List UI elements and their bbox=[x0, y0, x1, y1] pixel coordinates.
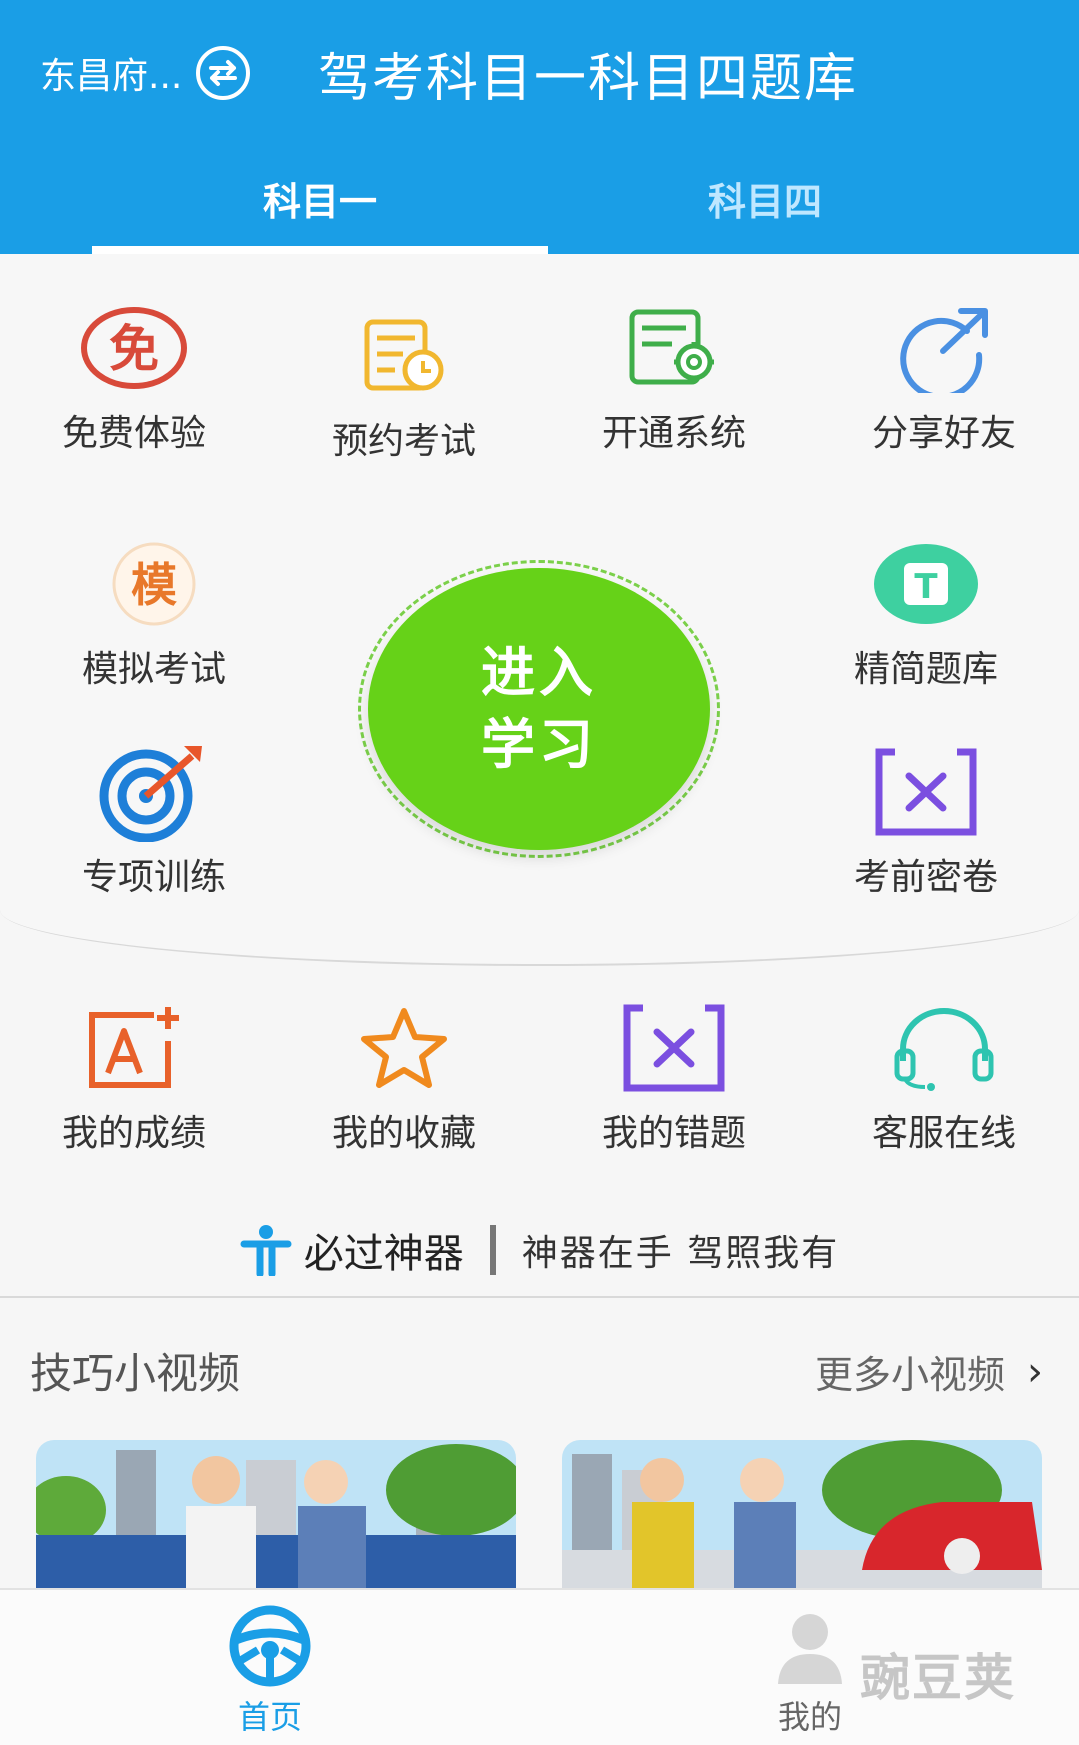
more-videos-link[interactable]: 更多小视频 › bbox=[815, 1344, 1043, 1399]
promo-banner[interactable]: 必过神器 神器在手 驾照我有 bbox=[0, 1210, 1079, 1290]
free-icon: 免 bbox=[81, 307, 187, 389]
special-training-button[interactable]: 专项训练 bbox=[34, 742, 274, 900]
question-bank-label: 精简题库 bbox=[853, 649, 998, 690]
svg-text:免: 免 bbox=[109, 320, 159, 378]
city-label: 东昌府... bbox=[40, 56, 183, 97]
nav-home-label: 首页 bbox=[237, 1698, 302, 1736]
video-thumbnail[interactable] bbox=[562, 1440, 1042, 1590]
promo-slogan: 神器在手 驾照我有 bbox=[521, 1233, 840, 1274]
target-icon bbox=[99, 746, 202, 842]
mock-exam-icon: 模 bbox=[112, 542, 196, 626]
steering-wheel-icon bbox=[229, 1605, 311, 1687]
my-favorites-button[interactable]: 我的收藏 bbox=[284, 998, 524, 1156]
wrong-questions-icon bbox=[623, 1004, 725, 1092]
question-bank-icon: T bbox=[874, 544, 978, 624]
book-exam-label: 预约考试 bbox=[331, 421, 476, 462]
secret-paper-icon bbox=[875, 748, 977, 836]
mock-exam-label: 模拟考试 bbox=[81, 649, 226, 690]
share-friends-button[interactable]: 分享好友 bbox=[824, 298, 1064, 456]
active-tab-indicator bbox=[92, 246, 548, 254]
secret-paper-button[interactable]: 考前密卷 bbox=[806, 742, 1046, 900]
videos-section-title: 技巧小视频 bbox=[30, 1349, 241, 1398]
nav-home[interactable]: 首页 bbox=[200, 1604, 340, 1738]
mock-exam-button[interactable]: 模 模拟考试 bbox=[34, 534, 274, 692]
watermark: 豌豆荚 bbox=[860, 1649, 1016, 1707]
activate-system-button[interactable]: 开通系统 bbox=[554, 298, 794, 456]
svg-text:T: T bbox=[914, 567, 938, 607]
svg-text:模: 模 bbox=[131, 558, 177, 612]
share-icon bbox=[900, 308, 988, 393]
question-bank-button[interactable]: T 精简题库 bbox=[806, 534, 1046, 692]
activate-system-icon bbox=[629, 309, 714, 385]
free-trial-label: 免费体验 bbox=[61, 413, 206, 454]
my-wrong-questions-label: 我的错题 bbox=[601, 1113, 746, 1154]
person-icon bbox=[240, 1225, 292, 1276]
enter-study-button[interactable]: 进入 学习 bbox=[368, 568, 710, 850]
my-score-button[interactable]: 我的成绩 bbox=[14, 998, 254, 1156]
chevron-right-icon: › bbox=[1027, 1348, 1043, 1395]
nav-me-label: 我的 bbox=[777, 1698, 842, 1736]
my-score-label: 我的成绩 bbox=[61, 1113, 206, 1154]
nav-me[interactable]: 我的 bbox=[740, 1604, 880, 1738]
customer-service-label: 客服在线 bbox=[871, 1113, 1016, 1154]
customer-service-button[interactable]: 客服在线 bbox=[824, 998, 1064, 1156]
special-training-label: 专项训练 bbox=[81, 857, 226, 898]
star-icon bbox=[361, 1008, 447, 1088]
video-thumbnail-image bbox=[36, 1440, 516, 1590]
swap-city-icon bbox=[196, 46, 251, 100]
enter-study-line2: 学习 bbox=[481, 713, 597, 776]
video-thumbnail[interactable] bbox=[36, 1440, 516, 1590]
activate-system-label: 开通系统 bbox=[601, 413, 746, 454]
secret-paper-label: 考前密卷 bbox=[853, 857, 998, 898]
book-exam-button[interactable]: 预约考试 bbox=[284, 306, 524, 464]
tab-subject-four[interactable]: 科目四 bbox=[560, 168, 970, 228]
app-title: 驾考科目一科目四题库 bbox=[318, 49, 859, 109]
my-favorites-label: 我的收藏 bbox=[331, 1113, 476, 1154]
tab-subject-one[interactable]: 科目一 bbox=[92, 168, 548, 228]
section-divider bbox=[0, 1296, 1079, 1298]
enter-study-line1: 进入 bbox=[481, 641, 597, 704]
appointment-icon bbox=[364, 319, 444, 391]
user-icon bbox=[778, 1614, 842, 1684]
my-wrong-questions-button[interactable]: 我的错题 bbox=[554, 998, 794, 1156]
video-thumbnail-image bbox=[562, 1440, 1042, 1590]
free-trial-button[interactable]: 免 免费体验 bbox=[14, 298, 254, 456]
bottom-navigation: 首页 我的 豌豆荚 bbox=[0, 1588, 1079, 1745]
app-header: 东昌府... 驾考科目一科目四题库 科目一 科目四 bbox=[0, 0, 1079, 254]
more-videos-label: 更多小视频 bbox=[814, 1353, 1005, 1397]
promo-separator bbox=[489, 1225, 496, 1275]
share-friends-label: 分享好友 bbox=[871, 413, 1016, 454]
headset-icon bbox=[894, 1008, 994, 1091]
score-icon bbox=[89, 1007, 179, 1088]
promo-title: 必过神器 bbox=[303, 1231, 464, 1277]
city-selector[interactable]: 东昌府... bbox=[40, 44, 252, 102]
